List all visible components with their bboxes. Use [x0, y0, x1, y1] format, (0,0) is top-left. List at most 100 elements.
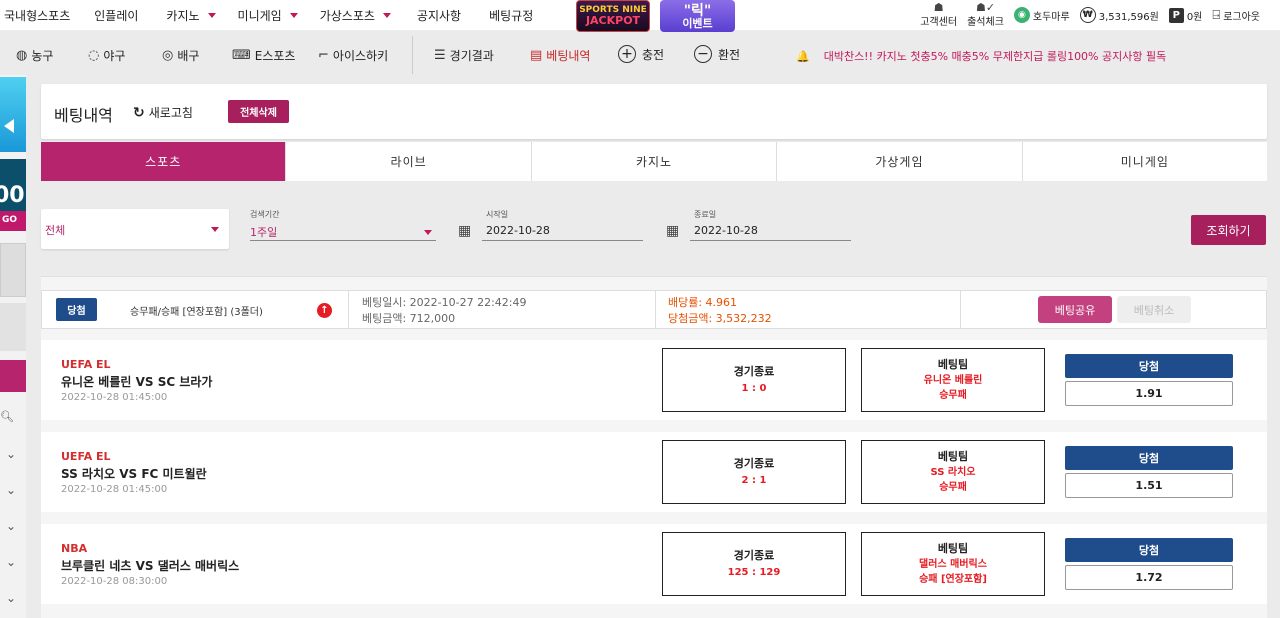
support-link[interactable]: ☗ 고객센터 — [920, 2, 957, 28]
match-result-box: 경기종료 2 : 1 — [662, 440, 846, 504]
bet-type: 승무패/승패 [연장포함] (3폴더) — [130, 307, 263, 318]
league-name: NBA — [61, 542, 88, 555]
cancel-bet-button[interactable]: 베팅취소 — [1117, 296, 1191, 323]
match-teams: SS 라치오 VS FC 미트윌란 — [61, 467, 207, 481]
pick-team: SS 라치오 — [930, 467, 976, 479]
match-odds: 1.91 — [1065, 381, 1233, 406]
basketball-icon: ◍ — [16, 48, 28, 63]
chevron-down-icon — [382, 12, 391, 18]
jackpot-banner[interactable]: SPORTS NINE JACKPOT — [576, 0, 650, 32]
calendar-icon[interactable]: ▦ — [458, 223, 471, 239]
logout-icon: ⍈ — [1212, 7, 1221, 23]
promo-banner-go[interactable]: 00 GO — [0, 159, 26, 231]
score: 1 : 0 — [741, 382, 767, 394]
refresh-button[interactable]: ↻ 새로고침 — [133, 104, 193, 121]
promo-banner[interactable] — [0, 77, 26, 152]
end-date-field[interactable]: 종료일 2022-10-28 — [690, 209, 851, 241]
match-odds: 1.51 — [1065, 473, 1233, 498]
chevron-down-icon[interactable]: ⌄ — [6, 483, 16, 497]
attendance-link[interactable]: ☗✓ 출석체크 — [967, 2, 1004, 28]
sport-baseball[interactable]: ◌ 야구 — [88, 47, 125, 64]
match-odds: 1.72 — [1065, 565, 1233, 590]
sport-basketball[interactable]: ◍ 농구 — [16, 47, 53, 64]
top-nav: 국내형스포츠 인플레이 카지노 미니게임 가상스포츠 공지사항 베팅규정 SPO… — [0, 0, 1280, 32]
calendar-icon[interactable]: ▦ — [666, 223, 679, 239]
win-amount: 당첨금액: 3,532,232 — [668, 312, 772, 325]
chevron-down-icon — [424, 230, 432, 235]
divider — [960, 291, 961, 328]
withdraw-link[interactable]: − 환전 — [694, 45, 740, 63]
menu-minigame[interactable]: 미니게임 — [238, 7, 298, 24]
menu-virtual-sports[interactable]: 가상스포츠 — [320, 7, 391, 24]
match-row: UEFA EL 유니온 베를린 VS SC 브라가 2022-10-28 01:… — [41, 340, 1267, 420]
chevron-down-icon[interactable]: ⌄ — [6, 447, 16, 461]
league-name: UEFA EL — [61, 450, 111, 463]
bet-time: 베팅일시: 2022-10-27 22:42:49 — [362, 296, 527, 309]
user-area: ☗ 고객센터 ☗✓ 출석체크 ◉ 호두마루 ₩ 3,531,596원 P 0원 … — [920, 0, 1280, 30]
hockey-stick-icon: ⌐ — [318, 48, 329, 63]
minus-circle-icon: − — [694, 45, 712, 63]
deposit-link[interactable]: + 충전 — [618, 45, 664, 63]
sport-icehockey[interactable]: ⌐ 아이스하키 — [318, 47, 388, 64]
left-sidebar: 00 GO 🔍︎ ⌄ ⌄ ⌄ ⌄ ⌄ — [0, 75, 26, 618]
balance: ₩ 3,531,596원 — [1079, 7, 1159, 23]
sport-esports[interactable]: ⌨ E스포츠 — [232, 47, 295, 64]
headset-icon: ☗ — [933, 1, 944, 14]
pick-team: 유니온 베를린 — [923, 375, 983, 387]
tab-casino[interactable]: 카지노 — [532, 142, 778, 181]
menu-bet-rules[interactable]: 베팅규정 — [489, 7, 533, 24]
start-date-field[interactable]: 시작일 2022-10-28 — [482, 209, 643, 241]
results-link[interactable]: ☰ 경기결과 — [434, 47, 494, 64]
category-tabs: 스포츠 라이브 카지노 가상게임 미니게임 — [41, 142, 1267, 181]
period-select[interactable]: 검색기간 1주일 — [250, 209, 436, 241]
chevron-down-icon[interactable]: ⌄ — [6, 555, 16, 569]
baseball-icon: ◌ — [88, 48, 100, 63]
league-name: UEFA EL — [61, 358, 111, 371]
arrow-left-icon — [4, 119, 14, 133]
match-status-badge: 당첨 — [1065, 446, 1233, 470]
bell-icon: 🔔 — [796, 50, 810, 63]
user-check-icon: ☗✓ — [975, 1, 996, 14]
tab-sports[interactable]: 스포츠 — [41, 142, 287, 181]
username[interactable]: ◉ 호두마루 — [1013, 7, 1070, 23]
notice-ticker[interactable]: 🔔 대박찬스!! 카지노 첫충5% 매충5% 무제한지급 롤링100% 공지사항 … — [796, 48, 1280, 64]
search-button[interactable]: 조회하기 — [1191, 215, 1266, 245]
logout-button[interactable]: ⍈ 로그아웃 — [1212, 8, 1260, 23]
tab-virtual[interactable]: 가상게임 — [777, 142, 1023, 181]
bet-pick-box: 베팅팀 댈러스 매버릭스 승패 [연장포함] — [861, 532, 1045, 596]
menu-inplay[interactable]: 인플레이 — [94, 7, 138, 24]
gamepad-icon: ⌨ — [232, 48, 251, 63]
match-row: UEFA EL SS 라치오 VS FC 미트윌란 2022-10-28 01:… — [41, 432, 1267, 512]
tab-live[interactable]: 라이브 — [286, 142, 532, 181]
match-teams: 브루클린 네츠 VS 댈러스 매버릭스 — [61, 559, 240, 573]
type-select[interactable]: 전체 — [41, 209, 229, 249]
menu-notice[interactable]: 공지사항 — [417, 7, 461, 24]
arrow-up-icon[interactable]: ↑ — [317, 303, 332, 318]
sidebar-active-item[interactable] — [0, 360, 26, 392]
delete-all-button[interactable]: 전체삭제 — [228, 100, 289, 123]
match-row: NBA 브루클린 네츠 VS 댈러스 매버릭스 2022-10-28 08:30… — [41, 524, 1267, 604]
menu-domestic-sports[interactable]: 국내형스포츠 — [4, 7, 70, 24]
tab-minigame[interactable]: 미니게임 — [1023, 142, 1267, 181]
chevron-down-icon[interactable]: ⌄ — [6, 591, 16, 605]
promo-thumb[interactable] — [0, 243, 26, 297]
chevron-down-icon — [207, 12, 216, 18]
share-bet-button[interactable]: 베팅공유 — [1038, 296, 1112, 323]
search-icon[interactable]: 🔍︎ — [0, 410, 14, 423]
level-icon: ◉ — [1013, 7, 1030, 23]
page-title: 베팅내역 — [54, 106, 113, 125]
score: 125 : 129 — [727, 566, 781, 578]
page-header: 베팅내역 ↻ 새로고침 전체삭제 — [41, 84, 1267, 139]
sport-volleyball[interactable]: ◎ 배구 — [162, 47, 199, 64]
promo-thumb[interactable] — [0, 303, 26, 351]
event-banner[interactable]: "릭" 이벤트 — [660, 0, 735, 32]
chevron-down-icon — [211, 227, 219, 232]
bet-pick-box: 베팅팀 SS 라치오 승무패 — [861, 440, 1045, 504]
points: P 0원 — [1168, 7, 1202, 23]
menu-casino[interactable]: 카지노 — [166, 7, 216, 24]
bet-history-link[interactable]: ▤ 베팅내역 — [530, 47, 590, 64]
bet-odds: 배당률: 4.961 — [668, 296, 738, 309]
point-icon: P — [1168, 7, 1184, 23]
chevron-down-icon[interactable]: ⌄ — [6, 519, 16, 533]
pick-team: 댈러스 매버릭스 — [919, 559, 987, 571]
